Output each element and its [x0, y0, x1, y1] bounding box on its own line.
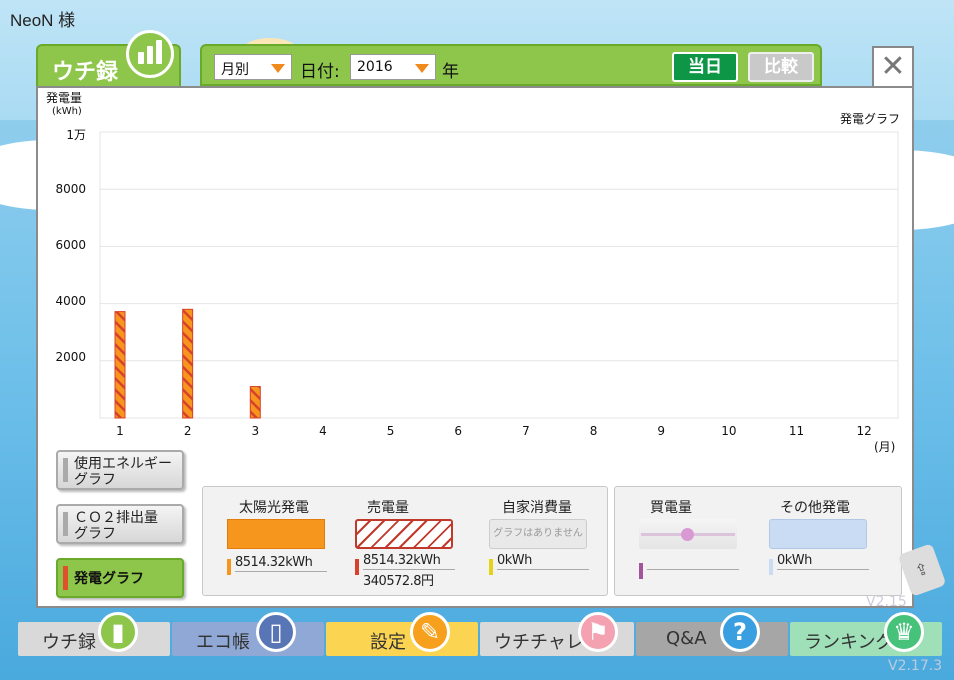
- legend-grid: 買電量 その他発電 0kWh: [614, 486, 902, 596]
- x-tick-label: 6: [454, 424, 463, 438]
- button-label-line2: グラフ: [74, 526, 116, 542]
- legend-marker: [227, 559, 231, 575]
- button-label: 発電グラフ: [74, 571, 144, 587]
- nav-ecocho[interactable]: エコ帳 ▯: [172, 612, 324, 656]
- button-stripe: [63, 566, 68, 590]
- x-tick-label: 5: [386, 424, 395, 438]
- legend-solar-value: 8514.32kWh: [235, 555, 313, 570]
- today-button[interactable]: 当日: [672, 52, 738, 82]
- legend-buy-swatch: [639, 519, 737, 549]
- close-icon[interactable]: ✕: [872, 46, 914, 88]
- generation-graph-button[interactable]: 発電グラフ: [56, 558, 184, 598]
- toolbar: 月別 日付: 2016 年 当日 比較: [200, 44, 822, 86]
- main-tab-title: ウチ録: [52, 60, 119, 85]
- x-tick-label: 11: [788, 424, 805, 438]
- legend-sale-name: 売電量: [367, 500, 409, 516]
- bar-chart-icon: [126, 30, 174, 78]
- question-icon: ?: [720, 612, 760, 652]
- x-tick-label: 9: [657, 424, 666, 438]
- bar-chart: [99, 131, 899, 419]
- x-tick-label: 7: [522, 424, 530, 438]
- legend-other-name: その他発電: [780, 500, 850, 516]
- compare-button[interactable]: 比較: [748, 52, 814, 82]
- buy-knob: [681, 528, 694, 541]
- x-tick-label: 10: [721, 424, 737, 438]
- energy-usage-graph-button[interactable]: 使用エネルギー グラフ: [56, 450, 184, 490]
- legend-self-value: 0kWh: [497, 553, 532, 568]
- nav-uchichare[interactable]: ウチチャレ ⚑: [480, 612, 634, 656]
- legend-marker: [355, 559, 359, 575]
- x-tick-label: 8: [589, 424, 598, 438]
- legend-other-value: 0kWh: [777, 553, 812, 568]
- period-select-value: 月別: [221, 62, 249, 78]
- dropdown-arrow-icon: [415, 64, 429, 73]
- legend-generation: 太陽光発電 8514.32kWh 売電量 8514.32kWh 340572.8…: [202, 486, 608, 596]
- year-select[interactable]: 2016: [350, 54, 436, 80]
- x-tick-label: 4: [319, 424, 327, 438]
- legend-underline: [777, 569, 869, 570]
- year-suffix: 年: [442, 62, 459, 82]
- dropdown-arrow-icon: [271, 64, 285, 73]
- version-label: V2.17.3: [888, 658, 943, 674]
- bar-month-3: [249, 386, 261, 419]
- x-tick-label: 12: [856, 424, 872, 438]
- button-label-line2: グラフ: [74, 472, 116, 488]
- nav-ranking[interactable]: ランキング ♛: [790, 612, 942, 656]
- button-label-line1: 使用エネルギー: [74, 456, 172, 472]
- co2-graph-button[interactable]: ＣＯ２排出量 グラフ: [56, 504, 184, 544]
- flag-icon: ⚑: [578, 612, 618, 652]
- wrench-icon: ✎: [410, 612, 450, 652]
- nav-label: 設定: [370, 632, 406, 653]
- legend-self-name: 自家消費量: [502, 500, 572, 516]
- legend-underline: [235, 571, 327, 572]
- legend-self-placeholder: グラフはありません: [489, 519, 587, 549]
- chart-panel: 発電量 (kWh) 発電グラフ 1万 8000 6000 4000 2000 1…: [36, 86, 914, 608]
- bar-chart-icon: ▮: [98, 612, 138, 652]
- user-name: NeoN 様: [10, 11, 76, 30]
- year-select-value: 2016: [357, 59, 393, 75]
- bar-month-1: [114, 311, 126, 419]
- button-stripe: [63, 512, 68, 536]
- nav-qa[interactable]: Q&A ?: [636, 612, 788, 656]
- period-select[interactable]: 月別: [214, 54, 292, 80]
- plot-frame: [99, 131, 899, 419]
- notebook-icon: ▯: [256, 612, 296, 652]
- legend-marker: [489, 559, 493, 575]
- legend-solar-name: 太陽光発電: [239, 500, 309, 516]
- x-tick-label: 1: [116, 424, 124, 438]
- crown-icon: ♛: [884, 612, 924, 652]
- bar-month-2: [182, 308, 194, 419]
- legend-other-swatch: [769, 519, 867, 549]
- nav-label: ウチチャレ: [494, 632, 584, 653]
- version-faint: V2.15: [866, 594, 907, 610]
- legend-solar-swatch: [227, 519, 325, 549]
- nav-label: ウチ録: [42, 632, 96, 653]
- date-label: 日付:: [300, 62, 340, 82]
- legend-sale-amount: 340572.8円: [363, 574, 434, 589]
- legend-underline: [497, 569, 589, 570]
- nav-uchiroku[interactable]: ウチ録 ▮: [18, 612, 170, 656]
- main-tab-uchiroku: ウチ録: [36, 30, 181, 88]
- legend-sale-value: 8514.32kWh: [363, 553, 441, 568]
- legend-buy-name: 買電量: [650, 500, 692, 516]
- legend-marker: [639, 563, 643, 579]
- legend-marker: [769, 559, 773, 575]
- legend-underline: [647, 569, 739, 570]
- button-label-line1: ＣＯ２排出量: [74, 510, 158, 526]
- legend-sale-swatch: [355, 519, 453, 549]
- nav-label: ランキング: [804, 632, 894, 653]
- x-axis-unit: (月): [874, 440, 896, 454]
- nav-settings[interactable]: 設定 ✎: [326, 612, 478, 656]
- button-stripe: [63, 458, 68, 482]
- nav-label: エコ帳: [196, 632, 250, 653]
- x-tick-label: 2: [183, 424, 192, 438]
- x-tick-label: 3: [251, 424, 260, 438]
- nav-label: Q&A: [666, 628, 707, 649]
